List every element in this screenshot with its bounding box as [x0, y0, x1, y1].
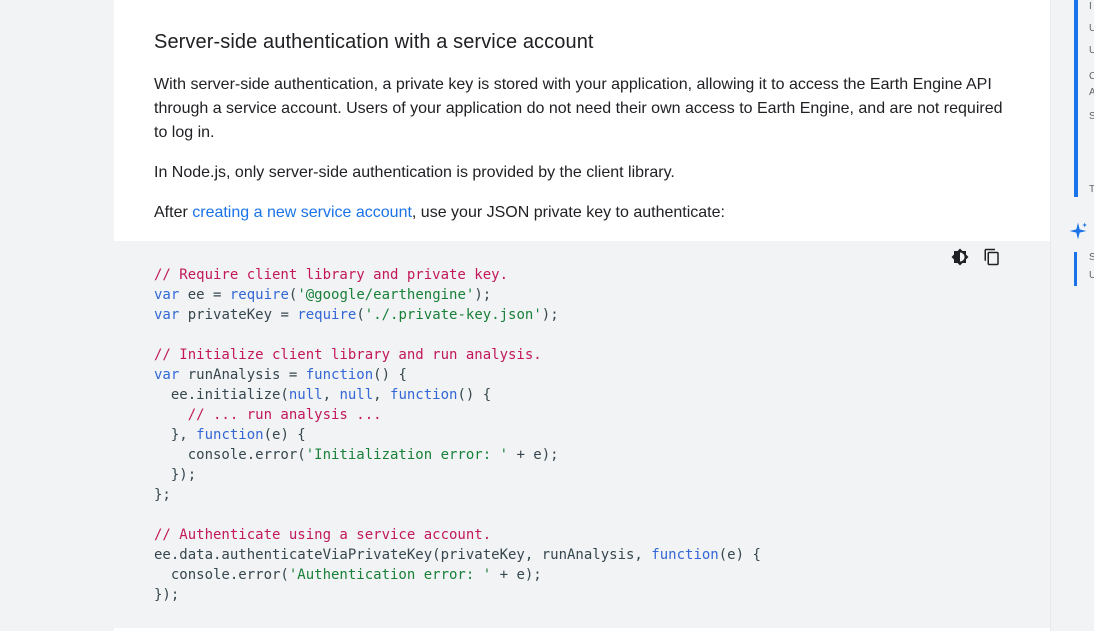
code-text: , — [373, 387, 391, 403]
code-keyword: var — [154, 287, 180, 303]
code-keyword: require — [229, 287, 289, 303]
code-text: }, — [154, 427, 197, 443]
toc-item[interactable]: U — [1089, 45, 1094, 57]
code-text: }); — [154, 587, 180, 603]
code-text: ); — [474, 287, 492, 303]
code-text: + e); — [508, 447, 559, 463]
code-comment: // Authenticate using a service account. — [154, 527, 492, 543]
code-line: console.error('Authentication error: ' +… — [154, 565, 761, 585]
code-text: ( — [356, 307, 365, 323]
code-toolbar — [950, 247, 1002, 267]
code-line: // Authenticate using a service account. — [154, 525, 761, 545]
toc-item[interactable]: U — [1089, 23, 1094, 35]
code-keyword: null — [339, 387, 374, 403]
toc-item[interactable]: U — [1089, 270, 1094, 282]
toc-item[interactable]: C — [1089, 71, 1094, 83]
instruction-paragraph: After creating a new service account, us… — [154, 201, 1014, 225]
code-text: ee.initialize( — [154, 387, 289, 403]
code-text: (e) { — [718, 547, 761, 563]
code-line: var privateKey = require('./.private-key… — [154, 305, 761, 325]
code-line: // Require client library and private ke… — [154, 265, 761, 285]
code-text: () { — [457, 387, 492, 403]
code-line: // Initialize client library and run ana… — [154, 345, 761, 365]
code-line: var runAnalysis = function() { — [154, 365, 761, 385]
code-comment: // Require client library and private ke… — [154, 267, 509, 283]
code-text: console.error( — [154, 447, 306, 463]
code-text: () { — [373, 367, 407, 383]
code-text: }; — [154, 487, 171, 503]
copy-icon — [984, 248, 999, 266]
code-keyword: null — [288, 387, 323, 403]
code-keyword: var — [154, 307, 180, 323]
toc-item[interactable]: S — [1089, 252, 1094, 264]
code-text: ee.data.authenticateViaPrivateKey(privat… — [154, 547, 652, 563]
toc-list: IUUCASTSU — [1089, 0, 1094, 300]
code-line: }, function(e) { — [154, 425, 761, 445]
toc-item[interactable]: T — [1089, 184, 1094, 196]
code-keyword: var — [154, 367, 180, 383]
code-text: }); — [154, 467, 197, 483]
code-text: runAnalysis = — [179, 367, 306, 383]
code-comment: // Initialize client library and run ana… — [154, 347, 542, 363]
code-keyword: function — [651, 547, 719, 563]
dark-mode-toggle-button[interactable] — [950, 247, 970, 267]
dark-mode-icon — [951, 248, 969, 266]
toc-item[interactable]: I — [1089, 1, 1092, 13]
code-string: '@google/earthengine' — [297, 287, 475, 303]
code-line: console.error('Initialization error: ' +… — [154, 445, 761, 465]
code-keyword: function — [196, 427, 264, 443]
code-text: console.error( — [154, 567, 289, 583]
instruction-text-after: , use your JSON private key to authentic… — [411, 204, 725, 221]
toc-secondary-indicator — [1074, 252, 1077, 286]
code-keyword: require — [297, 307, 357, 323]
code-string: './.private-key.json' — [364, 307, 542, 323]
code-comment: // ... run analysis ... — [187, 407, 382, 423]
sparkle-icon[interactable] — [1068, 221, 1088, 241]
code-line: }); — [154, 585, 761, 605]
code-text: ); — [541, 307, 559, 323]
instruction-text-before: After — [154, 204, 193, 221]
code-line: var ee = require('@google/earthengine'); — [154, 285, 761, 305]
code-keyword: function — [305, 367, 374, 383]
code-keyword: function — [390, 387, 458, 403]
toc-item[interactable]: A — [1089, 87, 1094, 99]
toc-active-indicator — [1074, 0, 1078, 197]
create-service-account-link[interactable]: creating a new service account — [192, 204, 412, 221]
toc-item[interactable]: S — [1089, 111, 1094, 123]
code-line: }; — [154, 485, 761, 505]
article-content: Server-side authentication with a servic… — [114, 0, 1050, 631]
nodejs-paragraph: In Node.js, only server-side authenticat… — [154, 164, 675, 181]
code-text: + e); — [491, 567, 542, 583]
code-listing: // Require client library and private ke… — [154, 265, 761, 605]
code-string: 'Initialization error: ' — [305, 447, 509, 463]
code-text: (e) { — [263, 427, 306, 443]
intro-paragraph: With server-side authentication, a priva… — [154, 76, 1003, 141]
code-line: ee.data.authenticateViaPrivateKey(privat… — [154, 545, 761, 565]
copy-code-button[interactable] — [982, 247, 1002, 267]
code-line: }); — [154, 465, 761, 485]
code-string: 'Authentication error: ' — [288, 567, 492, 583]
code-text: privateKey = — [179, 307, 298, 323]
code-block: // Require client library and private ke… — [114, 241, 1050, 628]
section-heading: Server-side authentication with a servic… — [154, 31, 594, 53]
code-line: ee.initialize(null, null, function() { — [154, 385, 761, 405]
content-border — [1050, 0, 1051, 631]
code-line: // ... run analysis ... — [154, 405, 761, 425]
code-text: ee = — [179, 287, 230, 303]
code-text: , — [322, 387, 340, 403]
